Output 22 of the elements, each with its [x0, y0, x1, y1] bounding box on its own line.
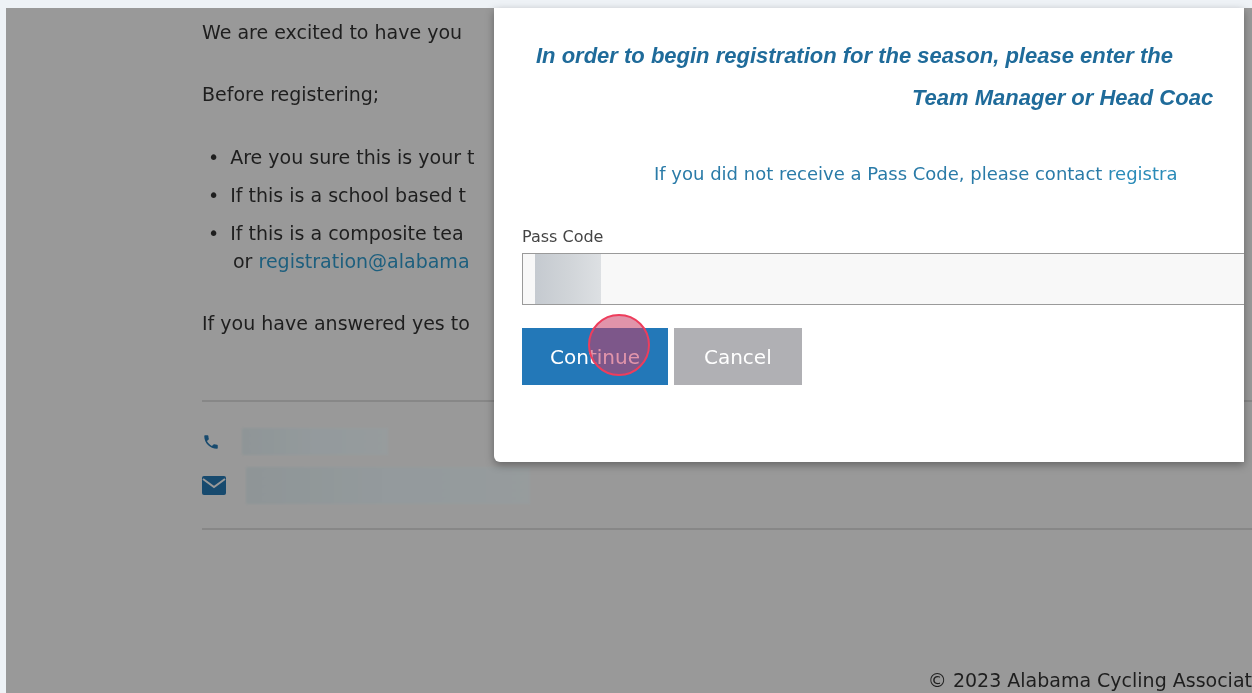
dialog-heading: Team Manager or Head Coac: [912, 84, 1215, 112]
envelope-icon: [202, 476, 226, 495]
cancel-button[interactable]: Cancel: [673, 328, 802, 385]
section-heading: Before registering;: [202, 82, 381, 106]
phone-icon: [202, 432, 220, 451]
bullet-text: If this is a composite tea: [230, 221, 464, 245]
bullet-marker: •: [208, 183, 220, 207]
bullet-marker: •: [208, 221, 220, 245]
closing-text: If you have answered yes to: [202, 311, 471, 335]
input-field[interactable]: [522, 253, 1244, 305]
email-link[interactable]: registration@alabama: [258, 250, 470, 272]
copyright-text: © 2023 Alabama Cycling Associat: [927, 669, 1252, 693]
intro-text: We are excited to have you: [202, 20, 464, 44]
blurred-text: [535, 254, 601, 304]
bullet-text: If this is a school based t: [230, 183, 466, 207]
email-link[interactable]: registra: [1108, 163, 1178, 184]
info-text: If you did not receive a Pass Code, please contact registra: [654, 162, 1179, 186]
bullet-marker: •: [208, 145, 220, 169]
bullet-text: or: [233, 250, 254, 272]
field-label: Pass Code: [522, 227, 605, 247]
dialog-heading: In order to begin registration for the season, please enter the: [536, 42, 1174, 70]
bullet-text: Are you sure this is your t: [230, 145, 475, 169]
